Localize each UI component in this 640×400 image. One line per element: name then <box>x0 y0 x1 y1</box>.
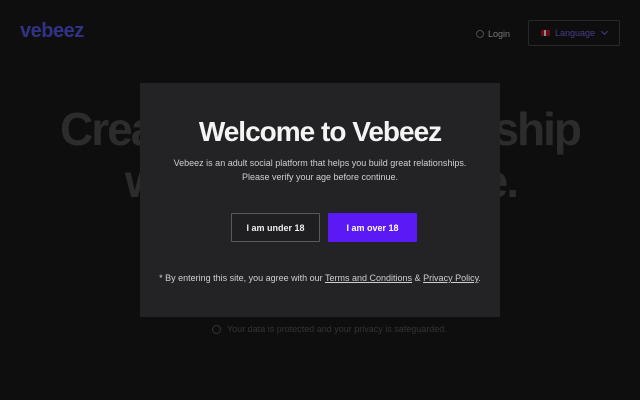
over-18-button[interactable]: I am over 18 <box>328 213 417 242</box>
modal-description: Vebeez is an adult social platform that … <box>160 156 480 184</box>
terms-note-suffix: . <box>478 273 481 283</box>
terms-note-and: & <box>412 273 424 283</box>
age-verification-modal: Welcome to Vebeez Vebeez is an adult soc… <box>140 83 500 317</box>
terms-note: * By entering this site, you agree with … <box>140 273 500 283</box>
privacy-policy-link[interactable]: Privacy Policy <box>423 273 478 283</box>
modal-description-line2: Please verify your age before continue. <box>241 172 399 182</box>
modal-description-line1: Vebeez is an adult social platform that … <box>173 158 467 168</box>
terms-note-prefix: * By entering this site, you agree with … <box>159 273 325 283</box>
modal-title: Welcome to Vebeez <box>198 116 442 147</box>
under-18-button[interactable]: I am under 18 <box>231 213 320 242</box>
terms-link[interactable]: Terms and Conditions <box>325 273 412 283</box>
